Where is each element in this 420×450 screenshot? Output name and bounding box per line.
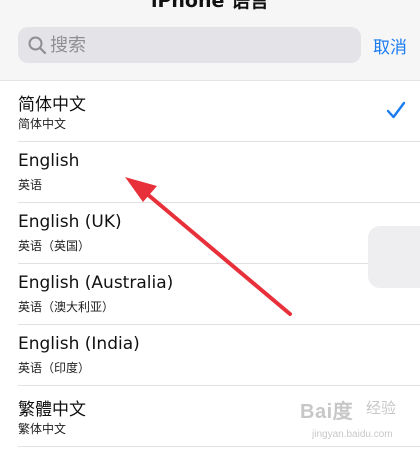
language-title: English (Australia) — [18, 273, 174, 293]
cancel-button[interactable]: 取消 — [373, 33, 407, 58]
language-title: English — [18, 151, 80, 171]
navigation-header: iPhone 语言 取消 — [0, 0, 420, 81]
search-input[interactable] — [50, 27, 350, 63]
page-title: iPhone 语言 — [150, 0, 270, 12]
watermark-logo: Bai度 — [300, 401, 354, 423]
language-title: English (India) — [18, 334, 140, 354]
language-subtitle: 简体中文 — [18, 117, 67, 131]
watermark-text: 经验 — [366, 399, 397, 417]
language-item-english-uk[interactable]: English (UK) 英语（英国） — [0, 203, 420, 264]
watermark: Bai度 经验 jingyan.baidu.com — [300, 395, 416, 447]
language-subtitle: 英语 — [18, 178, 43, 192]
search-icon — [28, 36, 47, 55]
language-title: 简体中文 — [18, 95, 86, 115]
language-list: 简体中文 简体中文 English 英语 English (UK) 英语（英国）… — [0, 81, 420, 447]
language-subtitle: 英语（澳大利亚） — [18, 300, 115, 314]
language-item-simplified-chinese[interactable]: 简体中文 简体中文 — [0, 81, 420, 142]
language-subtitle: 英语（印度） — [18, 361, 91, 375]
language-item-english-india[interactable]: English (India) 英语（印度） — [0, 325, 420, 386]
watermark-url: jingyan.baidu.com — [312, 429, 393, 440]
language-selection-screen: iPhone 语言 取消 简体中文 简体中文 English 英语 Englis… — [0, 0, 420, 450]
language-item-english[interactable]: English 英语 — [0, 142, 420, 203]
language-subtitle: 英语（英国） — [18, 239, 91, 253]
checkmark-icon — [386, 101, 406, 119]
language-title: 繁體中文 — [18, 400, 86, 420]
language-title: English (UK) — [18, 212, 122, 232]
search-field[interactable] — [18, 27, 361, 63]
language-subtitle: 繁体中文 — [18, 422, 67, 436]
assistive-touch-handle[interactable] — [368, 226, 420, 288]
language-item-english-australia[interactable]: English (Australia) 英语（澳大利亚） — [0, 264, 420, 325]
